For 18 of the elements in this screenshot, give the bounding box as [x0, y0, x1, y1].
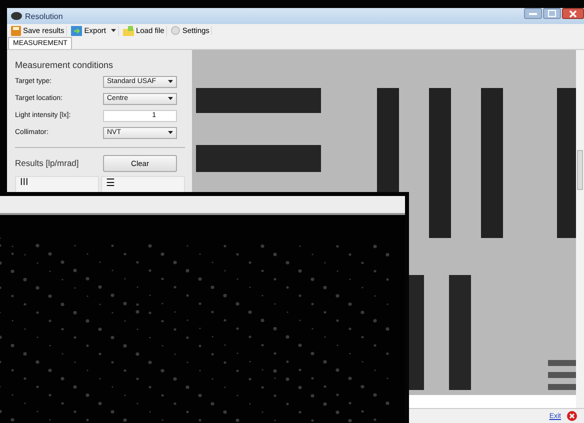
window-title: Resolution: [25, 12, 63, 20]
maximize-icon: [548, 10, 556, 17]
app-icon: [11, 12, 22, 20]
section-title: Measurement conditions: [15, 60, 114, 70]
caret-icon: [168, 97, 173, 100]
scrollbar[interactable]: [576, 50, 584, 408]
settings-icon: [171, 26, 180, 35]
caret-icon: [168, 80, 173, 83]
close-button[interactable]: [562, 8, 584, 19]
minimize-icon: [529, 12, 537, 15]
caret-icon: [168, 131, 173, 134]
close-icon: [569, 10, 577, 18]
maximize-button[interactable]: [543, 8, 561, 19]
results-label: Results [lp/mrad]: [15, 158, 80, 168]
export-icon: [71, 26, 82, 36]
close-icon: [567, 411, 577, 421]
minimize-button[interactable]: [524, 8, 542, 19]
folder-icon: [122, 26, 134, 36]
